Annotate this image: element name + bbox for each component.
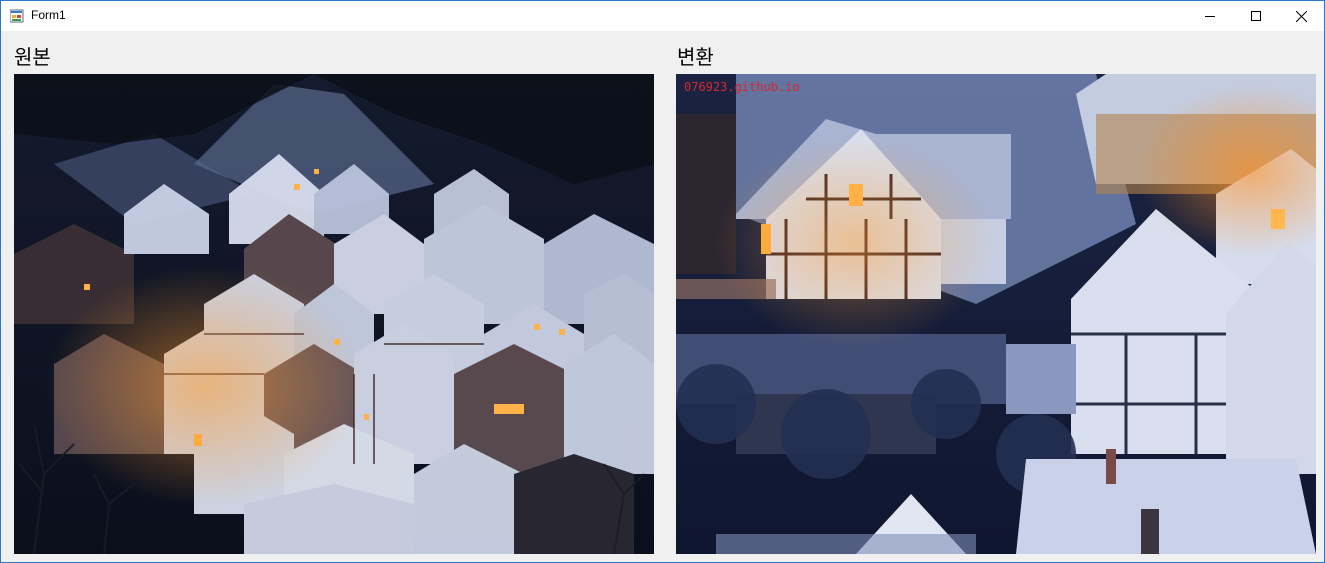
minimize-icon — [1205, 16, 1215, 17]
maximize-icon — [1251, 11, 1261, 21]
title-bar[interactable]: Form1 — [1, 1, 1324, 31]
converted-picturebox: 076923.github.io — [676, 74, 1316, 554]
watermark-text: 076923.github.io — [684, 80, 800, 94]
converted-label: 변환 — [677, 45, 714, 69]
close-icon — [1295, 10, 1307, 22]
form1-window: Form1 원본 변환 076923.github.io — [0, 0, 1325, 563]
original-picturebox — [14, 74, 654, 554]
snowy-village-night-photo-zoomed — [676, 74, 1316, 554]
window-title: Form1 — [31, 8, 66, 22]
minimize-button[interactable] — [1187, 1, 1233, 31]
snowy-village-night-photo — [14, 74, 654, 554]
maximize-button[interactable] — [1233, 1, 1279, 31]
close-button[interactable] — [1278, 1, 1324, 31]
original-label: 원본 — [14, 45, 51, 69]
winforms-app-icon — [10, 9, 24, 23]
